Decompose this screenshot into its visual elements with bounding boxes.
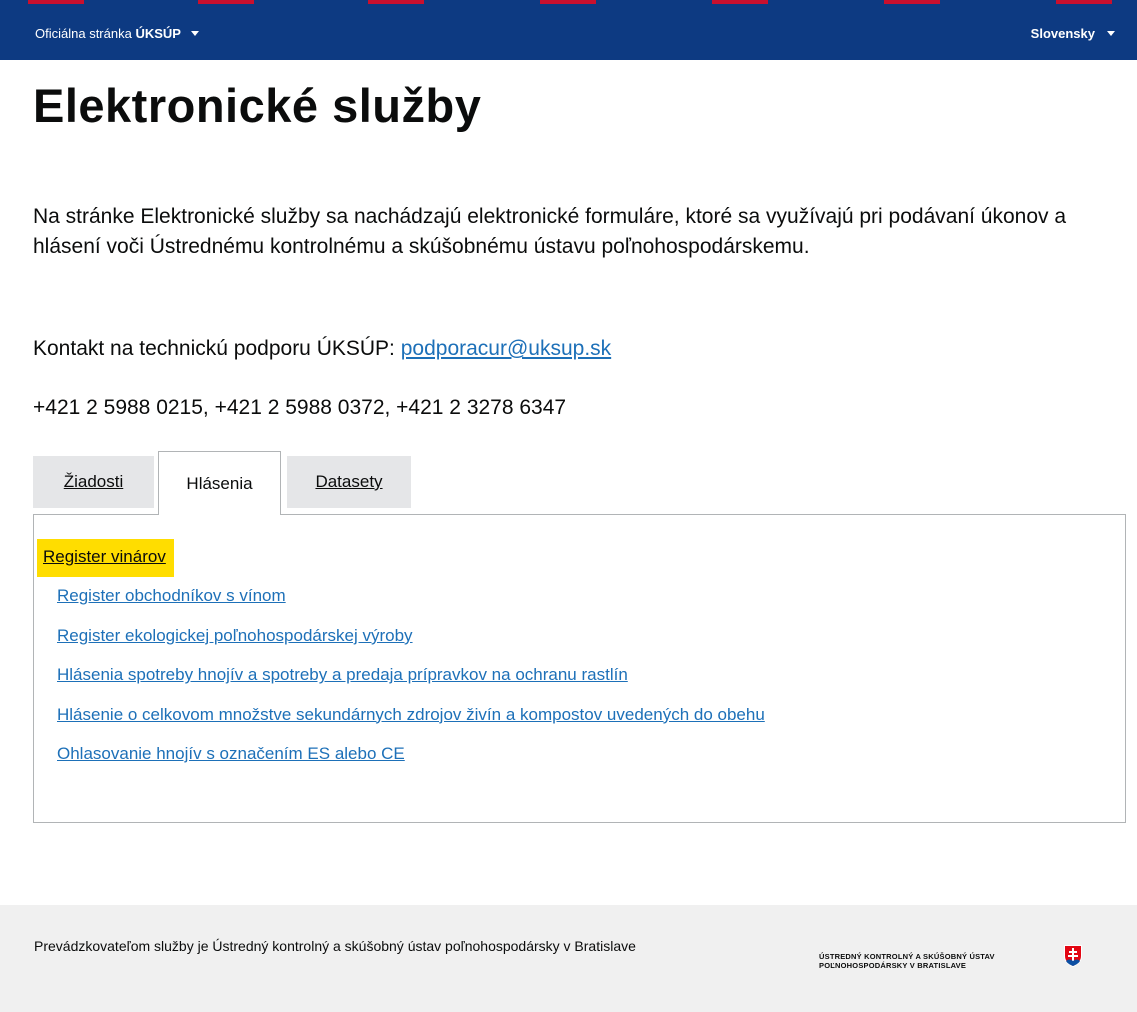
support-contact: Kontakt na technickú podporu ÚKSÚP: podp… xyxy=(33,334,611,364)
tab-ziadosti[interactable]: Žiadosti xyxy=(33,456,154,508)
tab-hlasenia-label: Hlásenia xyxy=(186,473,253,493)
tab-ziadosti-label[interactable]: Žiadosti xyxy=(64,472,124,492)
register-ekologickej-vyroby-link[interactable]: Register ekologickej poľnohospodárskej v… xyxy=(57,626,413,646)
header-stripe xyxy=(540,0,596,4)
top-bar: Oficiálna stránka ÚKSÚP Slovensky xyxy=(0,0,1137,60)
tab-datasety-label[interactable]: Datasety xyxy=(315,472,382,492)
slovak-coat-of-arms-icon xyxy=(1064,945,1082,967)
header-stripe xyxy=(1056,0,1112,4)
official-site-dropdown[interactable]: Oficiálna stránka ÚKSÚP xyxy=(35,26,199,41)
header-stripes xyxy=(0,0,1137,4)
ohlasovanie-hnojiv-link[interactable]: Ohlasovanie hnojív s označením ES alebo … xyxy=(57,744,405,764)
link-list: Register vinárov Register obchodníkov s … xyxy=(34,539,765,783)
register-obchodnikov-link[interactable]: Register obchodníkov s vínom xyxy=(57,586,286,606)
list-item: Hlásenie o celkovom množstve sekundárnyc… xyxy=(34,705,765,744)
register-vinarov-link[interactable]: Register vinárov xyxy=(37,539,174,577)
header-stripe xyxy=(712,0,768,4)
hlasenia-spotreby-hnojiv-link[interactable]: Hlásenia spotreby hnojív a spotreby a pr… xyxy=(57,665,628,685)
list-item: Register obchodníkov s vínom xyxy=(34,586,765,625)
support-email-link[interactable]: podporacur@uksup.sk xyxy=(401,337,611,360)
chevron-down-icon xyxy=(190,31,199,36)
footer: Prevádzkovateľom služby je Ústredný kont… xyxy=(0,905,1137,1012)
footer-operator-text: Prevádzkovateľom služby je Ústredný kont… xyxy=(34,938,636,954)
list-item: Ohlasovanie hnojív s označením ES alebo … xyxy=(34,744,765,783)
footer-org-logo-text: ÚSTREDNÝ KONTROLNÝ A SKÚŠOBNÝ ÚSTAV POĽN… xyxy=(819,952,995,970)
hlasenie-sekundarnych-zdrojov-link[interactable]: Hlásenie o celkovom množstve sekundárnyc… xyxy=(57,705,765,725)
page-title: Elektronické služby xyxy=(33,79,482,132)
support-phones: +421 2 5988 0215, +421 2 5988 0372, +421… xyxy=(33,396,567,419)
intro-text: Na stránke Elektronické služby sa nachád… xyxy=(33,205,1067,258)
header-stripe xyxy=(368,0,424,4)
tab-datasety[interactable]: Datasety xyxy=(287,456,411,508)
support-contact-label: Kontakt na technickú podporu ÚKSÚP: xyxy=(33,337,395,360)
language-selector[interactable]: Slovensky xyxy=(1031,26,1115,41)
list-item: Register ekologickej poľnohospodárskej v… xyxy=(34,626,765,665)
chevron-down-icon xyxy=(1107,31,1115,36)
footer-org-line2: POĽNOHOSPODÁRSKY V BRATISLAVE xyxy=(819,961,967,970)
list-item: Register vinárov xyxy=(34,539,765,586)
footer-org-line1: ÚSTREDNÝ KONTROLNÝ A SKÚŠOBNÝ ÚSTAV xyxy=(819,952,995,961)
header-stripe xyxy=(198,0,254,4)
header-stripe xyxy=(28,0,84,4)
language-label: Slovensky xyxy=(1030,26,1095,41)
list-item: Hlásenia spotreby hnojív a spotreby a pr… xyxy=(34,665,765,704)
header-stripe xyxy=(884,0,940,4)
official-site-label: Oficiálna stránka ÚKSÚP xyxy=(35,26,181,41)
tab-hlasenia[interactable]: Hlásenia xyxy=(158,451,281,515)
tab-panel-hlasenia: Register vinárov Register obchodníkov s … xyxy=(33,514,1126,823)
